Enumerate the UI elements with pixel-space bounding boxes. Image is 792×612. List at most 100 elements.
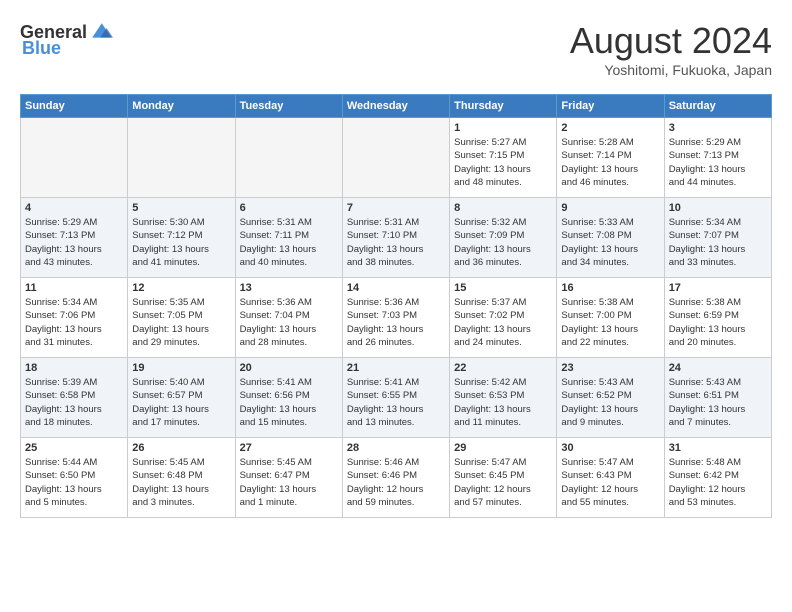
day-info-line: and 46 minutes. [561, 177, 629, 188]
calendar-cell [21, 118, 128, 198]
day-info-line: Sunrise: 5:38 AM [561, 297, 633, 308]
day-info-line: Sunset: 6:47 PM [240, 470, 310, 481]
day-info-line: Daylight: 13 hours [25, 324, 102, 335]
day-number: 21 [347, 362, 445, 374]
calendar-cell: 6Sunrise: 5:31 AMSunset: 7:11 PMDaylight… [235, 198, 342, 278]
calendar-cell: 1Sunrise: 5:27 AMSunset: 7:15 PMDaylight… [450, 118, 557, 198]
calendar-cell: 22 Sunrise: 5:42 AMSunset: 6:53 PMDayligh… [450, 358, 557, 438]
day-info: Sunrise: 5:32 AMSunset: 7:09 PMDaylight:… [454, 216, 552, 269]
day-info-line: and 31 minutes. [25, 337, 93, 348]
day-info: Sunrise: 5:42 AMSunset: 6:53 PMDaylight:… [454, 376, 552, 429]
calendar-cell: 27 Sunrise: 5:45 AM Sunset: 6:47 PM Dayligh… [235, 438, 342, 518]
day-info-line: Sunset: 6:45 PM [454, 470, 524, 481]
day-number: 28 [347, 442, 445, 454]
day-info-line: Daylight: 13 hours [669, 324, 746, 335]
calendar-cell: 29Sunrise: 5:47 AMSunset: 6:45 PMDayligh… [450, 438, 557, 518]
day-info-line: Sunrise: 5:38 AM [669, 297, 741, 308]
day-number: 24 [669, 362, 767, 374]
calendar-cell: 8 Sunrise: 5:32 AMSunset: 7:09 PMDaylight… [450, 198, 557, 278]
day-info-line: Sunrise: 5:44 AM [25, 457, 97, 468]
day-info-line: Sunrise: 5:28 AM [561, 137, 633, 148]
day-info: Sunrise: 5:46 AMSunset: 6:46 PMDaylight:… [347, 456, 445, 509]
day-info: Sunrise: 5:48 AMSunset: 6:42 PMDaylight:… [669, 456, 767, 509]
day-number: 18 [25, 362, 123, 374]
day-info-line: Sunrise: 5:45 AM [240, 457, 312, 468]
day-info-line: Daylight: 13 hours [561, 244, 638, 255]
title-block: August 2024 Yoshitomi, Fukuoka, Japan [570, 20, 772, 78]
day-info-line: and 57 minutes. [454, 497, 522, 508]
calendar-cell: 24Sunrise: 5:43 AMSunset: 6:51 PMDayligh… [664, 358, 771, 438]
day-number: 15 [454, 282, 552, 294]
day-info-line: and 33 minutes. [669, 257, 737, 268]
day-info-line: Daylight: 12 hours [561, 484, 638, 495]
day-info-line: and 55 minutes. [561, 497, 629, 508]
day-info-line: Daylight: 13 hours [132, 484, 209, 495]
day-info-line: and 26 minutes. [347, 337, 415, 348]
logo-blue: Blue [22, 38, 61, 59]
day-info-line: Sunset: 6:59 PM [669, 310, 739, 321]
calendar-cell: 9 Sunrise: 5:33 AMSunset: 7:08 PMDaylight… [557, 198, 664, 278]
calendar-cell: 16Sunrise: 5:38 AMSunset: 7:00 PMDayligh… [557, 278, 664, 358]
day-number: 8 [454, 202, 552, 214]
day-info-line: Sunset: 7:06 PM [25, 310, 95, 321]
day-info-line: and 44 minutes. [669, 177, 737, 188]
day-info-line: Daylight: 13 hours [669, 244, 746, 255]
calendar-row-1: 4Sunrise: 5:29 AMSunset: 7:13 PMDaylight… [21, 198, 772, 278]
day-number: 22 [454, 362, 552, 374]
location-subtitle: Yoshitomi, Fukuoka, Japan [570, 62, 772, 78]
day-info: Sunrise: 5:41 AMSunset: 6:56 PMDaylight:… [240, 376, 338, 429]
calendar-cell: 4Sunrise: 5:29 AMSunset: 7:13 PMDaylight… [21, 198, 128, 278]
weekday-header-friday: Friday [557, 95, 664, 118]
calendar-row-0: 1Sunrise: 5:27 AMSunset: 7:15 PMDaylight… [21, 118, 772, 198]
calendar-cell: 28 Sunrise: 5:46 AMSunset: 6:46 PMDayligh… [342, 438, 449, 518]
day-info-line: Sunset: 6:51 PM [669, 390, 739, 401]
logo: General Blue [20, 20, 113, 59]
day-info: Sunrise: 5:40 AMSunset: 6:57 PMDaylight:… [132, 376, 230, 429]
day-info-line: Sunrise: 5:30 AM [132, 217, 204, 228]
day-number: 19 [132, 362, 230, 374]
day-info: Sunrise: 5:27 AMSunset: 7:15 PMDaylight:… [454, 136, 552, 189]
day-info-line: and 17 minutes. [132, 417, 200, 428]
calendar-cell: 14Sunrise: 5:36 AMSunset: 7:03 PMDayligh… [342, 278, 449, 358]
day-info: Sunrise: 5:44 AMSunset: 6:50 PMDaylight:… [25, 456, 123, 509]
day-info-line: Sunrise: 5:29 AM [669, 137, 741, 148]
day-number: 2 [561, 122, 659, 134]
calendar-cell: 23Sunrise: 5:43 AMSunset: 6:52 PMDayligh… [557, 358, 664, 438]
day-info: Sunrise: 5:33 AMSunset: 7:08 PMDaylight:… [561, 216, 659, 269]
day-info-line: Sunset: 7:05 PM [132, 310, 202, 321]
day-info-line: Sunrise: 5:31 AM [347, 217, 419, 228]
day-number: 9 [561, 202, 659, 214]
day-info: Sunrise: 5:38 AM Sunset: 6:59 PM Daylight:… [669, 296, 767, 349]
calendar-cell [342, 118, 449, 198]
day-info-line: Sunset: 6:42 PM [669, 470, 739, 481]
day-info-line: Sunrise: 5:41 AM [347, 377, 419, 388]
calendar-cell: 17Sunrise: 5:38 AMSunset: 6:59 PMDayligh… [664, 278, 771, 358]
day-info: Sunrise: 5:41 AMSunset: 6:55 PMDaylight:… [347, 376, 445, 429]
calendar-cell: 21 Sunrise: 5:41 AMSunset: 6:55 PMDayligh… [342, 358, 449, 438]
day-info-line: Daylight: 13 hours [347, 244, 424, 255]
day-info-line: Sunrise: 5:42 AM [454, 377, 526, 388]
day-info-line: Daylight: 13 hours [240, 324, 317, 335]
day-info-line: Sunrise: 5:34 AM [25, 297, 97, 308]
day-info-line: Sunrise: 5:35 AM [132, 297, 204, 308]
day-number: 27 [240, 442, 338, 454]
day-info-line: and 20 minutes. [669, 337, 737, 348]
day-number: 29 [454, 442, 552, 454]
page-header: General Blue August 2024 Yoshitomi, Fuku… [20, 20, 772, 78]
day-number: 25 [25, 442, 123, 454]
day-info-line: Daylight: 13 hours [240, 484, 317, 495]
weekday-header-thursday: Thursday [450, 95, 557, 118]
day-info: Sunrise: 5:30 AMSunset: 7:12 PMDaylight:… [132, 216, 230, 269]
day-info-line: and 24 minutes. [454, 337, 522, 348]
day-info-line: Daylight: 13 hours [132, 244, 209, 255]
day-number: 31 [669, 442, 767, 454]
day-info-line: Daylight: 13 hours [347, 404, 424, 415]
day-info-line: Daylight: 13 hours [132, 324, 209, 335]
day-info: Sunrise: 5:39 AMSunset: 6:58 PMDaylight:… [25, 376, 123, 429]
day-info-line: Sunset: 7:03 PM [347, 310, 417, 321]
day-info: Sunrise: 5:28 AMSunset: 7:14 PMDaylight:… [561, 136, 659, 189]
day-info: Sunrise: 5:34 AMSunset: 7:07 PMDaylight:… [669, 216, 767, 269]
day-info-line: Sunrise: 5:31 AM [240, 217, 312, 228]
calendar-row-2: 11Sunrise: 5:34 AMSunset: 7:06 PMDayligh… [21, 278, 772, 358]
weekday-header-wednesday: Wednesday [342, 95, 449, 118]
